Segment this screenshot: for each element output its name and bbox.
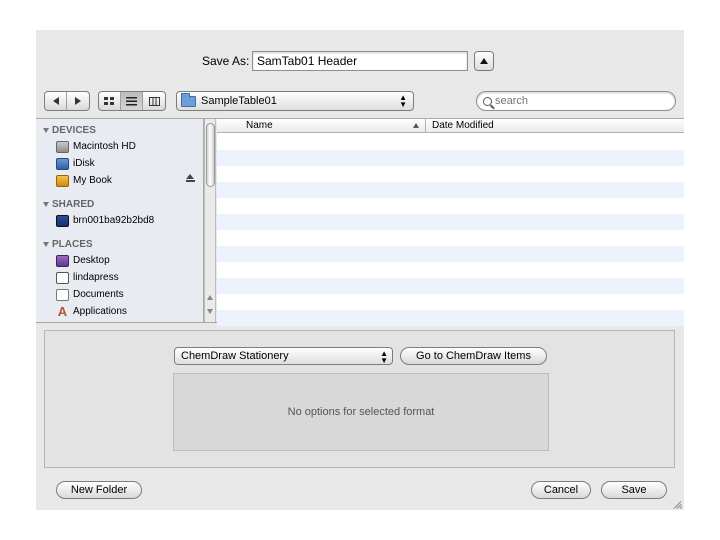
scroll-up-icon[interactable]	[207, 295, 213, 300]
sidebar-item-idisk[interactable]: iDisk	[56, 156, 95, 171]
folder-icon	[181, 92, 196, 107]
column-view-button[interactable]	[143, 92, 165, 110]
expand-dialog-button[interactable]	[474, 51, 494, 71]
back-forward-control	[44, 91, 90, 111]
column-header-name[interactable]: Name	[246, 120, 273, 131]
save-button[interactable]: Save	[601, 481, 667, 499]
disclosure-triangle-icon	[43, 202, 49, 207]
back-button[interactable]	[45, 92, 67, 110]
sidebar-section-title: PLACES	[52, 239, 93, 250]
sidebar-item-my-book[interactable]: My Book	[56, 173, 112, 188]
file-list[interactable]: Name Date Modified	[217, 119, 684, 326]
sidebar-scrollbar[interactable]	[204, 119, 216, 322]
sidebar-item-label: lindapress	[73, 272, 119, 283]
table-row[interactable]	[217, 278, 684, 294]
search-icon	[483, 96, 492, 106]
column-divider[interactable]	[425, 119, 426, 133]
desktop-icon	[56, 254, 69, 267]
sidebar-item-desktop[interactable]: Desktop	[56, 253, 110, 268]
icon-view-icon	[104, 96, 114, 105]
sidebar-section-title: SHARED	[52, 199, 95, 210]
file-list-header: Name Date Modified	[217, 119, 684, 133]
forward-arrow-icon	[75, 97, 81, 105]
search-field[interactable]	[476, 91, 676, 111]
column-header-date-modified[interactable]: Date Modified	[432, 120, 494, 131]
table-row[interactable]	[217, 262, 684, 278]
eject-icon[interactable]	[186, 174, 195, 182]
sidebar-section-shared[interactable]: SHARED	[43, 199, 94, 210]
table-row[interactable]	[217, 182, 684, 198]
popup-arrows-icon: ▲ ▼	[380, 349, 388, 365]
format-options-panel: ChemDraw Stationery ▲ ▼ Go to ChemDraw It…	[44, 330, 675, 468]
table-row[interactable]	[217, 198, 684, 214]
sidebar-item-applications[interactable]: A Applications	[56, 304, 127, 319]
sidebar-item-documents[interactable]: Documents	[56, 287, 124, 302]
sidebar-item-shared-computer[interactable]: brn001ba92b2bd8	[56, 213, 154, 228]
sidebar: DEVICES Macintosh HD iDisk My Book SHARE…	[36, 119, 204, 322]
sidebar-item-label: My Book	[73, 175, 112, 186]
new-folder-button[interactable]: New Folder	[56, 481, 142, 499]
sidebar-item-label: Desktop	[73, 255, 110, 266]
table-row[interactable]	[217, 150, 684, 166]
table-row[interactable]	[217, 310, 684, 326]
location-label: SampleTable01	[201, 95, 277, 107]
scrollbar-thumb[interactable]	[206, 123, 215, 187]
format-popup-label: ChemDraw Stationery	[181, 350, 289, 362]
table-row[interactable]	[217, 166, 684, 182]
external-drive-icon	[56, 174, 69, 187]
column-view-icon	[148, 96, 160, 106]
sidebar-item-label: iDisk	[73, 158, 95, 169]
resize-grip-icon[interactable]	[672, 498, 683, 509]
sort-ascending-icon	[413, 123, 419, 128]
format-popup[interactable]: ChemDraw Stationery ▲ ▼	[174, 347, 393, 365]
back-arrow-icon	[52, 97, 59, 105]
sidebar-section-title: DEVICES	[52, 125, 96, 136]
hard-drive-icon	[56, 140, 69, 153]
disclosure-triangle-icon	[43, 128, 49, 133]
format-options-box: No options for selected format	[173, 373, 549, 451]
table-row[interactable]	[217, 134, 684, 150]
sidebar-item-label: Applications	[73, 306, 127, 317]
list-view-button[interactable]	[121, 92, 143, 110]
table-row[interactable]	[217, 214, 684, 230]
search-input[interactable]	[495, 95, 655, 107]
file-browser: DEVICES Macintosh HD iDisk My Book SHARE…	[36, 118, 684, 326]
list-view-icon	[126, 96, 137, 105]
save-dialog: Save As: SampleTable01 ▲▼ DEVICES	[36, 30, 684, 510]
sidebar-section-places[interactable]: PLACES	[43, 239, 93, 250]
idisk-icon	[56, 157, 69, 170]
documents-icon	[56, 288, 69, 301]
popup-arrows-icon: ▲ ▼	[399, 93, 407, 109]
network-computer-icon	[56, 214, 69, 227]
table-row[interactable]	[217, 294, 684, 310]
view-mode-control	[98, 91, 166, 111]
scroll-down-icon[interactable]	[207, 309, 213, 314]
table-row[interactable]	[217, 246, 684, 262]
file-list-rows	[217, 134, 684, 326]
sidebar-item-label: Macintosh HD	[73, 141, 136, 152]
sidebar-item-label: Documents	[73, 289, 124, 300]
save-as-label: Save As:	[202, 54, 250, 68]
disclosure-triangle-icon	[43, 242, 49, 247]
sidebar-section-devices[interactable]: DEVICES	[43, 125, 96, 136]
sidebar-item-label: brn001ba92b2bd8	[73, 215, 155, 226]
forward-button[interactable]	[67, 92, 89, 110]
cancel-button[interactable]: Cancel	[531, 481, 591, 499]
sidebar-item-home[interactable]: lindapress	[56, 270, 119, 285]
go-to-chemdraw-items-button[interactable]: Go to ChemDraw Items	[400, 347, 547, 365]
no-options-message: No options for selected format	[287, 406, 435, 418]
save-as-field[interactable]	[252, 51, 468, 71]
home-icon	[56, 271, 69, 284]
sidebar-item-macintosh-hd[interactable]: Macintosh HD	[56, 139, 136, 154]
location-popup[interactable]: SampleTable01 ▲ ▼	[176, 91, 414, 111]
triangle-up-icon	[480, 58, 488, 64]
table-row[interactable]	[217, 230, 684, 246]
applications-icon: A	[57, 303, 68, 319]
icon-view-button[interactable]	[99, 92, 121, 110]
